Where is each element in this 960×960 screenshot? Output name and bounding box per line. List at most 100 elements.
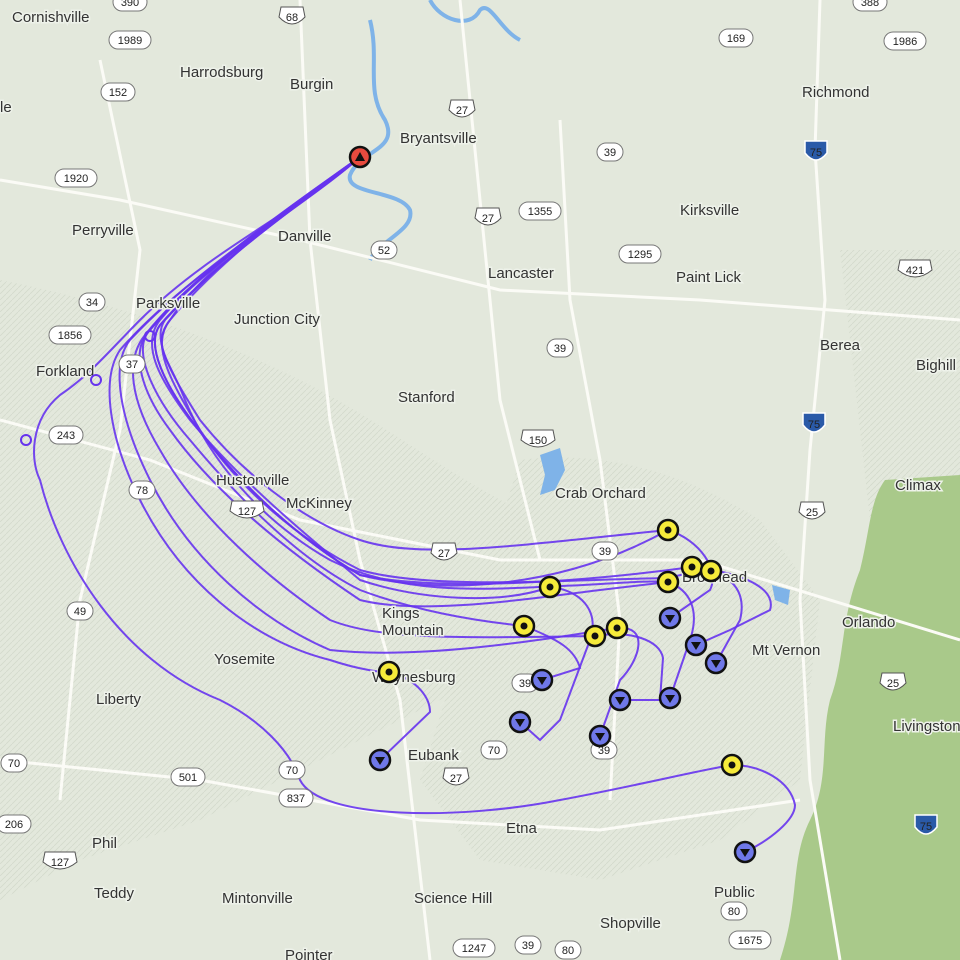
route-number: 75 [810,147,822,159]
route-number: 27 [450,773,462,785]
route-number: 27 [456,105,468,117]
map-canvas[interactable]: 390 68 1989 152 1920 169 1986 388 27 39 75 27 1355 52… [0,0,960,960]
landing-marker-icon[interactable] [684,633,708,657]
waypoint-marker-icon[interactable] [656,518,680,542]
route-shield-r70c: 70 [278,760,306,780]
route-number: 75 [808,419,820,431]
route-number: 1675 [738,935,762,947]
landing-marker-icon[interactable] [704,651,728,675]
waypoint-marker-icon[interactable] [538,575,562,599]
route-number: 27 [482,213,494,225]
launch-marker-icon[interactable] [348,145,372,169]
route-number: 68 [286,12,298,24]
route-number: 78 [136,485,148,497]
place-label-bryantsville: Bryantsville [400,130,477,147]
place-label-phil: Phil [92,835,117,852]
route-number: 49 [74,606,86,618]
route-number: 1986 [893,36,917,48]
route-number: 27 [438,548,450,560]
place-label-orlando: Orlando [842,614,895,631]
place-label-paint-lick: Paint Lick [676,269,742,286]
route-number: 25 [806,507,818,519]
route-shield-r1856: 1856 [48,325,92,345]
place-label-berea: Berea [820,337,861,354]
landing-marker-icon[interactable] [588,724,612,748]
route-shield-r39b: 39 [546,338,574,358]
route-shield-r39a: 39 [596,142,624,162]
route-number: 39 [554,343,566,355]
route-shield-r1355: 1355 [518,201,562,221]
landing-marker-icon[interactable] [658,606,682,630]
route-shield-r501: 501 [170,767,206,787]
place-label-hustonville: Hustonville [216,472,289,489]
route-number: 80 [728,906,740,918]
route-number: 39 [519,678,531,690]
route-number: 70 [286,765,298,777]
route-number: 152 [109,87,127,99]
route-number: 75 [920,821,932,833]
place-label-mckinney: McKinney [286,495,352,512]
place-label-le: le [0,99,12,116]
route-number: 1355 [528,206,552,218]
route-shield-r1986: 1986 [883,31,927,51]
route-number: 421 [906,265,924,277]
place-label-harrodsburg: Harrodsburg [180,64,263,81]
place-label-danville: Danville [278,228,331,245]
place-label-perryville: Perryville [72,222,134,239]
place-label-cornishville: Cornishville [12,9,90,26]
route-shield-r80b: 80 [554,940,582,960]
place-label-stanford: Stanford [398,389,455,406]
place-label-bighill: Bighill [916,357,956,374]
route-shield-r70a: 70 [480,740,508,760]
route-number: 39 [604,147,616,159]
route-number: 70 [8,758,20,770]
route-shield-r70b: 70 [0,753,28,773]
route-shield-r34: 34 [78,292,106,312]
route-shield-r37: 37 [118,354,146,374]
route-number: 1989 [118,35,142,47]
route-shield-r243: 243 [48,425,84,445]
landing-marker-icon[interactable] [368,748,392,772]
place-label-climax: Climax [895,477,941,494]
route-shield-r388: 388 [852,0,888,12]
landing-marker-icon[interactable] [508,710,532,734]
route-shield-r75c: 75 [914,814,938,835]
place-label-public: Public [714,884,755,901]
landing-marker-icon[interactable] [733,840,757,864]
route-number: 837 [287,793,305,805]
place-label-pointer: Pointer [285,947,333,960]
place-label-shopville: Shopville [600,915,661,932]
place-label-crab-orchard: Crab Orchard [555,485,646,502]
route-shield-r52: 52 [370,240,398,260]
waypoint-marker-icon[interactable] [377,660,401,684]
route-number: 206 [5,819,23,831]
route-shield-r1675: 1675 [728,930,772,950]
waypoint-marker-icon[interactable] [512,614,536,638]
place-label-mintonville: Mintonville [222,890,293,907]
landing-marker-icon[interactable] [608,688,632,712]
route-shield-r75b: 75 [802,412,826,433]
waypoint-marker-icon[interactable] [699,559,723,583]
route-shield-r75a: 75 [804,140,828,161]
route-number: 150 [529,435,547,447]
route-number: 39 [599,546,611,558]
route-number: 1295 [628,249,652,261]
route-shield-r78: 78 [128,480,156,500]
route-shield-r152: 152 [100,82,136,102]
route-shield-r80: 80 [720,901,748,921]
place-label-eubank: Eubank [408,747,459,764]
landing-marker-icon[interactable] [658,686,682,710]
landing-marker-icon[interactable] [530,668,554,692]
waypoint-marker-icon[interactable] [656,570,680,594]
route-number: 1856 [58,330,82,342]
place-label-etna: Etna [506,820,538,837]
route-shield-r1989: 1989 [108,30,152,50]
place-label-liberty: Liberty [96,691,142,708]
place-label-junction-city: Junction City [234,311,320,328]
route-shield-r1247: 1247 [452,938,496,958]
waypoint-marker-icon[interactable] [583,624,607,648]
waypoint-marker-icon[interactable] [680,555,704,579]
waypoint-marker-icon[interactable] [605,616,629,640]
waypoint-marker-icon[interactable] [720,753,744,777]
place-label-kirksville: Kirksville [680,202,739,219]
